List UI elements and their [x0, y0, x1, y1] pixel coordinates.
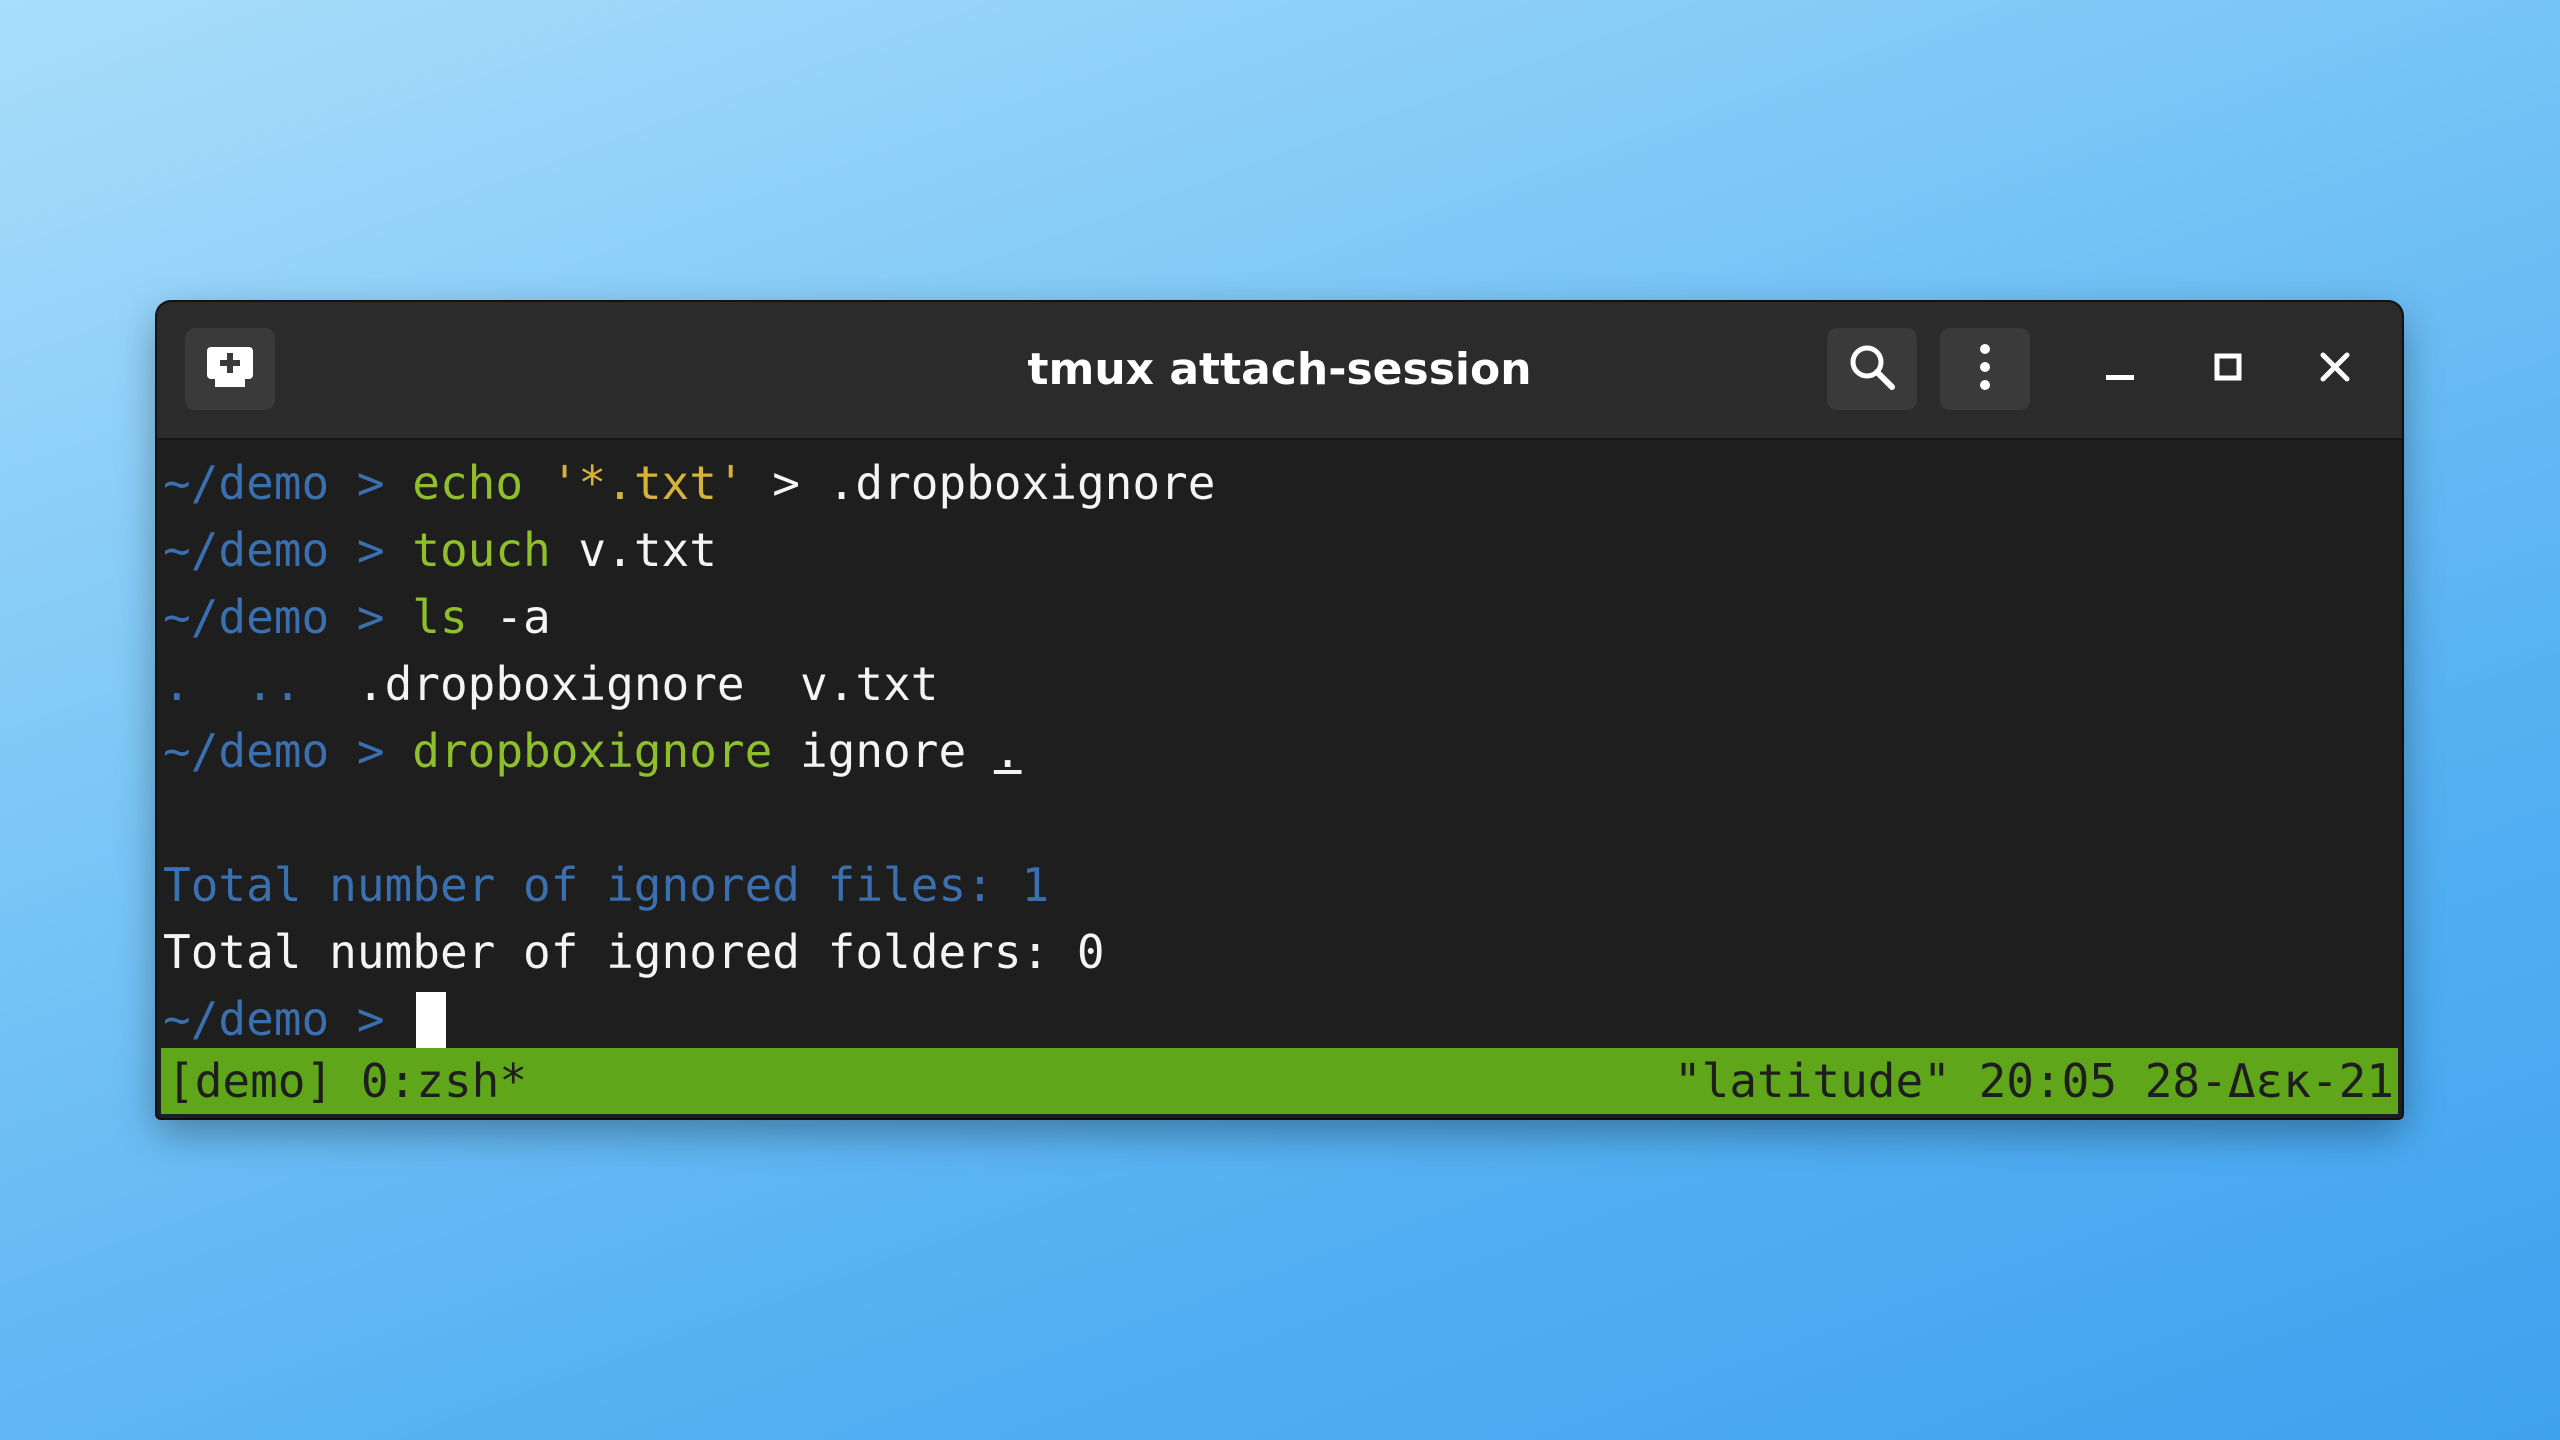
command-args: > .dropboxignore	[744, 456, 1216, 510]
terminal-line: ~/demo > touch v.txt	[163, 517, 717, 584]
minimize-icon	[2102, 349, 2138, 389]
close-icon	[2317, 349, 2353, 389]
shell-prompt: ~/demo >	[163, 590, 413, 644]
command-space	[523, 456, 551, 510]
text-cursor	[416, 991, 447, 1054]
ignored-files-summary: Total number of ignored files: 1	[163, 858, 1050, 912]
terminal-line: ~/demo >	[163, 986, 447, 1054]
maximize-button[interactable]	[2187, 328, 2269, 410]
command-name: touch	[412, 523, 551, 577]
shell-prompt: ~/demo >	[163, 992, 413, 1046]
shell-prompt: ~/demo >	[163, 724, 413, 778]
minimize-button[interactable]	[2079, 328, 2161, 410]
menu-button[interactable]	[1940, 328, 2030, 410]
terminal-line: ~/demo > dropboxignore ignore .	[163, 718, 1022, 785]
terminal-line: ~/demo > echo '*.txt' > .dropboxignore	[163, 450, 1215, 517]
tmux-status-bar: [demo] 0:zsh* "latitude" 20:05 28-Δεκ-21	[161, 1048, 2398, 1114]
dir-entries: .dropboxignore v.txt	[301, 657, 939, 711]
command-args: ignore	[772, 724, 994, 778]
search-button[interactable]	[1827, 328, 1917, 410]
tmux-session-window[interactable]: [demo] 0:zsh*	[167, 1048, 527, 1114]
terminal-line: ~/demo > ls -a	[163, 584, 551, 651]
kebab-menu-icon	[1975, 341, 1995, 397]
window-title: tmux attach-session	[1027, 344, 1532, 395]
maximize-icon	[2210, 349, 2246, 389]
shell-prompt: ~/demo >	[163, 456, 413, 510]
command-name: ls	[412, 590, 468, 644]
command-path-arg: .	[993, 724, 1022, 778]
command-name: echo	[412, 456, 524, 510]
titlebar: tmux attach-session	[157, 302, 2402, 440]
tmux-host-clock: "latitude" 20:05 28-Δεκ-21	[1673, 1054, 2394, 1108]
shell-prompt: ~/demo >	[163, 523, 413, 577]
command-args: v.txt	[550, 523, 717, 577]
search-icon	[1847, 342, 1897, 396]
ignored-folders-summary: Total number of ignored folders: 0	[163, 925, 1105, 979]
terminal-window: tmux attach-session ~/demo > echo '*.txt…	[157, 302, 2402, 1118]
command-string: '*.txt'	[550, 456, 745, 510]
terminal-line: . .. .dropboxignore v.txt	[163, 651, 938, 718]
dir-entries-dots: . ..	[163, 657, 302, 711]
command-args: -a	[467, 590, 551, 644]
close-button[interactable]	[2294, 328, 2376, 410]
command-name: dropboxignore	[412, 724, 773, 778]
terminal-output[interactable]: ~/demo > echo '*.txt' > .dropboxignore ~…	[157, 440, 2402, 1118]
